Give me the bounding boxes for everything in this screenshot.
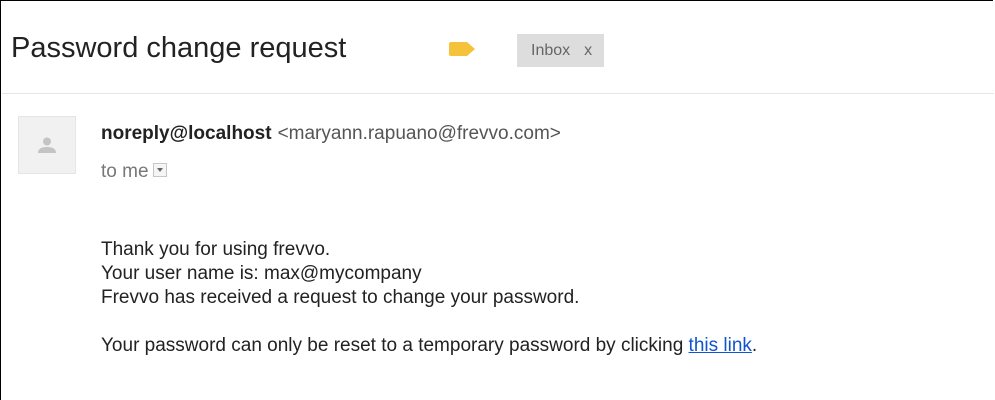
body-line: Frevvo has received a request to change … bbox=[101, 287, 580, 308]
reset-text-end: . bbox=[751, 335, 758, 356]
remove-label-button[interactable]: x bbox=[584, 42, 592, 59]
email-body: Thank you for using frevvo. Your user na… bbox=[101, 238, 757, 358]
label-tag-icon[interactable] bbox=[449, 42, 475, 56]
body-line: Your user name is: max@mycompany bbox=[101, 263, 422, 284]
reset-text: Your password can only be reset to a tem… bbox=[101, 335, 689, 356]
email-view: Password change request Inbox x noreply@l… bbox=[0, 0, 994, 400]
recipient-details-dropdown[interactable] bbox=[152, 162, 167, 177]
reset-password-link[interactable]: this link bbox=[689, 335, 752, 356]
email-subject: Password change request bbox=[11, 32, 347, 64]
chevron-down-icon bbox=[156, 167, 163, 172]
inbox-label-text: Inbox bbox=[531, 42, 571, 59]
recipient-text: to me bbox=[101, 161, 149, 182]
sender-avatar[interactable] bbox=[18, 116, 76, 174]
email-header: Password change request Inbox x bbox=[2, 2, 994, 94]
body-line-reset: Your password can only be reset to a tem… bbox=[101, 334, 757, 358]
sender-line: noreply@localhost <maryann.rapuano@frevvo… bbox=[101, 121, 561, 147]
sender-name[interactable]: noreply@localhost bbox=[101, 123, 272, 144]
person-icon bbox=[38, 137, 56, 153]
inbox-label-chip[interactable]: Inbox x bbox=[517, 34, 605, 67]
body-line: Thank you for using frevvo. bbox=[101, 239, 331, 260]
sender-email: <maryann.rapuano@frevvo.com> bbox=[277, 123, 561, 144]
recipient-line: to me bbox=[101, 159, 167, 185]
